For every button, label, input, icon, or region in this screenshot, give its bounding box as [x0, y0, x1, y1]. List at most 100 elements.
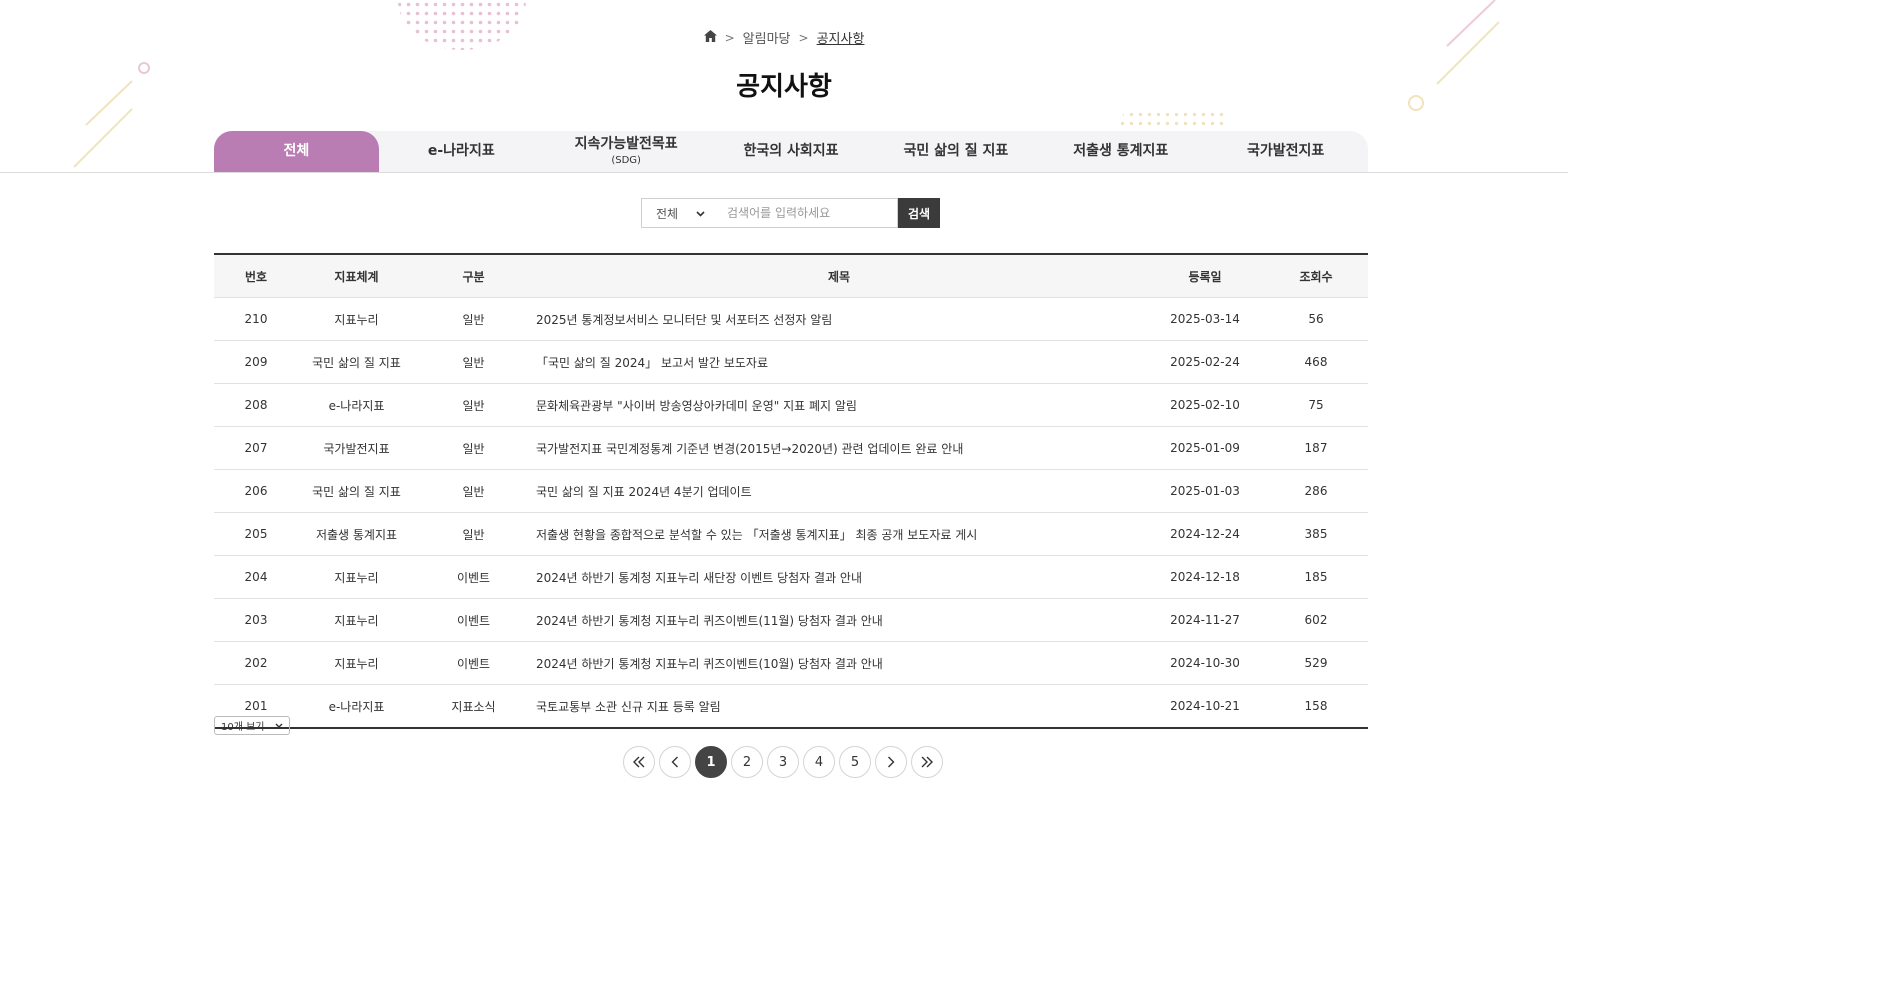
breadcrumb-current[interactable]: 공지사항 [817, 28, 865, 47]
cell-views: 158 [1304, 699, 1328, 713]
cell-number: 206 [214, 469, 298, 513]
chevron-right-icon [888, 756, 895, 768]
last-page-button[interactable] [911, 746, 943, 778]
cell-title-link[interactable]: 2024년 하반기 통계청 지표누리 새단장 이벤트 당첨자 결과 안내 [532, 555, 1146, 599]
cell-title-link[interactable]: 「국민 삶의 질 2024」 보고서 발간 보도자료 [532, 340, 1146, 384]
cell-date: 2025-03-14 [1146, 297, 1264, 341]
home-icon[interactable] [703, 29, 717, 46]
chevron-left-icon [671, 756, 678, 768]
table-row: 201 e-나라지표 지표소식 국토교통부 소관 신규 지표 등록 알림 202… [214, 685, 1368, 729]
cell-type: 일반 [415, 340, 532, 384]
page-button-5[interactable]: 5 [839, 746, 871, 778]
cell-number: 202 [214, 641, 298, 685]
notice-table: 번호 지표체계 구분 제목 등록일 조회수 210 지표누리 일반 2025년 … [214, 253, 1368, 729]
cell-title-link[interactable]: 국민 삶의 질 지표 2024년 4분기 업데이트 [532, 469, 1146, 513]
first-page-button[interactable] [623, 746, 655, 778]
cell-type: 일반 [415, 383, 532, 427]
page-button-2[interactable]: 2 [731, 746, 763, 778]
cell-number: 203 [214, 598, 298, 642]
double-chevron-left-icon [633, 756, 645, 768]
tab-label: 국민 삶의 질 지표 [903, 142, 1009, 159]
chevron-right-icon: > [798, 30, 809, 45]
cell-date: 2024-12-24 [1146, 512, 1264, 556]
tab-sdg[interactable]: 지속가능발전목표 (SDG) [544, 131, 709, 172]
cell-type: 일반 [415, 512, 532, 556]
cell-views: 468 [1264, 340, 1368, 384]
cell-date: 2025-01-03 [1146, 469, 1264, 513]
cell-type: 이벤트 [415, 641, 532, 685]
table-row: 205 저출생 통계지표 일반 저출생 현황을 종합적으로 분석할 수 있는 「… [214, 512, 1368, 556]
tab-sublabel: (SDG) [611, 154, 641, 166]
cell-type: 일반 [415, 469, 532, 513]
table-row: 210 지표누리 일반 2025년 통계정보서비스 모니터단 및 서포터즈 선정… [214, 297, 1368, 341]
breadcrumb-section[interactable]: 알림마당 [743, 28, 791, 47]
tab-label: 한국의 사회지표 [743, 142, 839, 159]
tab-quality-of-life[interactable]: 국민 삶의 질 지표 [873, 131, 1038, 172]
cell-type: 지표소식 [451, 699, 496, 714]
per-page-select[interactable]: 10개 보기 [214, 716, 290, 735]
cell-type: 일반 [415, 297, 532, 341]
prev-page-button[interactable] [659, 746, 691, 778]
breadcrumb: > 알림마당 > 공지사항 [0, 28, 1568, 47]
tab-label: 국가발전지표 [1246, 142, 1325, 159]
search-category-select[interactable]: 전체 [641, 198, 715, 228]
search-category-value: 전체 [656, 206, 679, 221]
cell-number: 208 [214, 383, 298, 427]
next-page-button[interactable] [875, 746, 907, 778]
cell-system: 지표누리 [298, 598, 415, 642]
cell-number: 210 [214, 297, 298, 341]
table-row: 202 지표누리 이벤트 2024년 하반기 통계청 지표누리 퀴즈이벤트(10… [214, 641, 1368, 685]
tab-social-indicators[interactable]: 한국의 사회지표 [709, 131, 874, 172]
tab-national-development[interactable]: 국가발전지표 [1203, 131, 1368, 172]
search-input[interactable] [715, 198, 898, 228]
tab-label: 저출생 통계지표 [1073, 142, 1169, 159]
chevron-down-icon [275, 720, 283, 731]
col-header-views: 조회수 [1264, 254, 1368, 298]
page-button-1[interactable]: 1 [695, 746, 727, 778]
pagination: 1 2 3 4 5 [623, 746, 943, 778]
cell-system: 지표누리 [298, 555, 415, 599]
tab-bar: 전체 e-나라지표 지속가능발전목표 (SDG) 한국의 사회지표 국민 삶의 질… [214, 131, 1368, 172]
cell-system: 지표누리 [298, 641, 415, 685]
page-title: 공지사항 [736, 72, 832, 102]
tab-label: 전체 [283, 142, 310, 159]
page-button-4[interactable]: 4 [803, 746, 835, 778]
cell-title-link[interactable]: 국토교통부 소관 신규 지표 등록 알림 [532, 685, 1146, 729]
cell-system: e-나라지표 [328, 699, 385, 714]
cell-number: 204 [214, 555, 298, 599]
col-header-date: 등록일 [1146, 254, 1264, 298]
cell-type: 이벤트 [415, 598, 532, 642]
cell-date: 2024-11-27 [1146, 598, 1264, 642]
tab-all[interactable]: 전체 [214, 131, 379, 172]
cell-system: 지표누리 [298, 297, 415, 341]
cell-date: 2024-10-30 [1146, 641, 1264, 685]
tab-low-birth[interactable]: 저출생 통계지표 [1038, 131, 1203, 172]
cell-system: 국민 삶의 질 지표 [298, 469, 415, 513]
table-row: 206 국민 삶의 질 지표 일반 국민 삶의 질 지표 2024년 4분기 업… [214, 469, 1368, 513]
cell-title-link[interactable]: 2024년 하반기 통계청 지표누리 퀴즈이벤트(11월) 당첨자 결과 안내 [532, 598, 1146, 642]
cell-system: e-나라지표 [298, 383, 415, 427]
col-header-system: 지표체계 [298, 254, 415, 298]
cell-number: 207 [214, 426, 298, 470]
col-header-type: 구분 [415, 254, 532, 298]
cell-system: 국민 삶의 질 지표 [298, 340, 415, 384]
cell-title-link[interactable]: 문화체육관광부 "사이버 방송영상아카데미 운영" 지표 폐지 알림 [532, 383, 1146, 427]
cell-date: 2025-02-10 [1146, 383, 1264, 427]
page-button-3[interactable]: 3 [767, 746, 799, 778]
chevron-right-icon: > [724, 30, 735, 45]
tab-e-nara[interactable]: e-나라지표 [379, 131, 544, 172]
cell-title-link[interactable]: 저출생 현황을 종합적으로 분석할 수 있는 「저출생 통계지표」 최종 공개 … [532, 512, 1146, 556]
cell-title-link[interactable]: 2024년 하반기 통계청 지표누리 퀴즈이벤트(10월) 당첨자 결과 안내 [532, 641, 1146, 685]
cell-views: 185 [1264, 555, 1368, 599]
cell-type: 이벤트 [415, 555, 532, 599]
table-row: 204 지표누리 이벤트 2024년 하반기 통계청 지표누리 새단장 이벤트 … [214, 555, 1368, 599]
per-page-value: 10개 보기 [221, 722, 265, 733]
cell-views: 529 [1264, 641, 1368, 685]
search-button[interactable]: 검색 [898, 198, 940, 228]
cell-title-link[interactable]: 국가발전지표 국민계정통계 기준년 변경(2015년→2020년) 관련 업데이… [532, 426, 1146, 470]
table-row: 209 국민 삶의 질 지표 일반 「국민 삶의 질 2024」 보고서 발간 … [214, 340, 1368, 384]
cell-date: 2025-02-24 [1146, 340, 1264, 384]
cell-date: 2024-12-18 [1146, 555, 1264, 599]
cell-title-link[interactable]: 2025년 통계정보서비스 모니터단 및 서포터즈 선정자 알림 [532, 297, 1146, 341]
cell-views: 56 [1264, 297, 1368, 341]
